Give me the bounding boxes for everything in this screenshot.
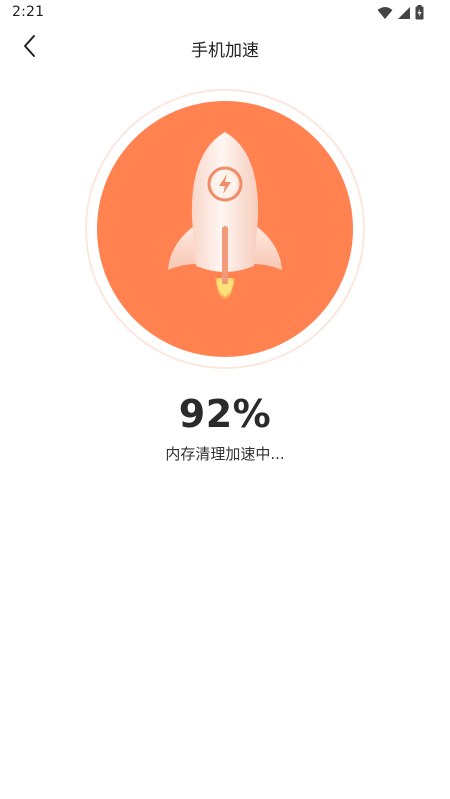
wifi-icon [377, 5, 393, 24]
nav-bar: 手机加速 [0, 26, 450, 68]
rocket-center-fin [222, 226, 228, 284]
page-title: 手机加速 [191, 41, 259, 61]
boost-hero [84, 88, 366, 370]
progress-status-text: 内存清理加速中... [165, 445, 285, 463]
status-icons [377, 5, 424, 24]
progress-percent: 92% [178, 392, 272, 436]
status-time: 2:21 [12, 4, 45, 20]
battery-icon [415, 5, 424, 24]
rocket-circle-graphic [85, 89, 365, 369]
cell-signal-icon [397, 5, 411, 24]
status-bar: 2:21 [0, 0, 450, 26]
